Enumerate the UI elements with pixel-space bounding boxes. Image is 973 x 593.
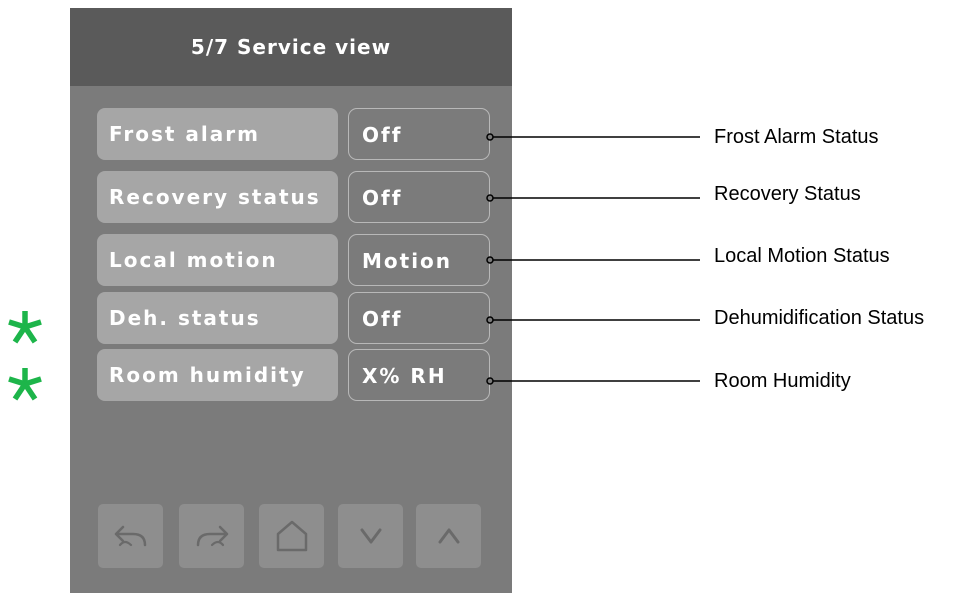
row-value: Off — [362, 186, 403, 210]
screen-header: 5/7 Service view — [70, 8, 512, 86]
device-screen: 5/7 Service view Frost alarm Off Recover… — [70, 8, 512, 593]
row-value-field[interactable]: Motion — [348, 234, 490, 286]
row-value-field[interactable]: Off — [348, 292, 490, 344]
callout-room-humidity: Room Humidity — [714, 370, 851, 392]
chevron-down-icon — [360, 528, 381, 544]
row-value-field[interactable]: Off — [348, 108, 490, 160]
row-label: Local motion — [97, 234, 338, 286]
row-value-field[interactable]: X% RH — [348, 349, 490, 401]
home-button[interactable] — [259, 504, 324, 568]
row-value: Motion — [362, 249, 453, 273]
row-value: X% RH — [362, 364, 447, 388]
service-row-frost-alarm: Frost alarm Off — [97, 108, 490, 160]
service-row-deh-status: Deh. status Off — [97, 292, 490, 344]
callout-deh-status: Dehumidification Status — [714, 307, 925, 329]
home-icon — [276, 520, 307, 552]
redo-arrow-icon — [196, 525, 228, 547]
callout-recovery-status: Recovery Status — [714, 183, 861, 205]
service-row-room-humidity: Room humidity X% RH — [97, 349, 490, 401]
row-label: Room humidity — [97, 349, 338, 401]
star-marker-icon — [8, 311, 42, 344]
row-value: Off — [362, 307, 403, 331]
service-row-recovery-status: Recovery status Off — [97, 171, 490, 223]
back-button[interactable] — [98, 504, 163, 568]
scroll-up-button[interactable] — [416, 504, 481, 568]
row-label: Frost alarm — [97, 108, 338, 160]
row-label: Deh. status — [97, 292, 338, 344]
page-title: 5/7 Service view — [190, 35, 392, 59]
row-value-field[interactable]: Off — [348, 171, 490, 223]
row-label: Recovery status — [97, 171, 338, 223]
callout-frost-alarm: Frost Alarm Status — [714, 126, 879, 148]
callout-local-motion: Local Motion Status — [714, 245, 890, 267]
service-row-local-motion: Local motion Motion — [97, 234, 490, 286]
forward-button[interactable] — [179, 504, 244, 568]
diagram-stage: 5/7 Service view Frost alarm Off Recover… — [0, 0, 973, 593]
chevron-up-icon — [438, 528, 459, 544]
undo-arrow-icon — [114, 525, 146, 547]
star-marker-icon — [8, 368, 42, 401]
scroll-down-button[interactable] — [338, 504, 403, 568]
row-value: Off — [362, 123, 403, 147]
